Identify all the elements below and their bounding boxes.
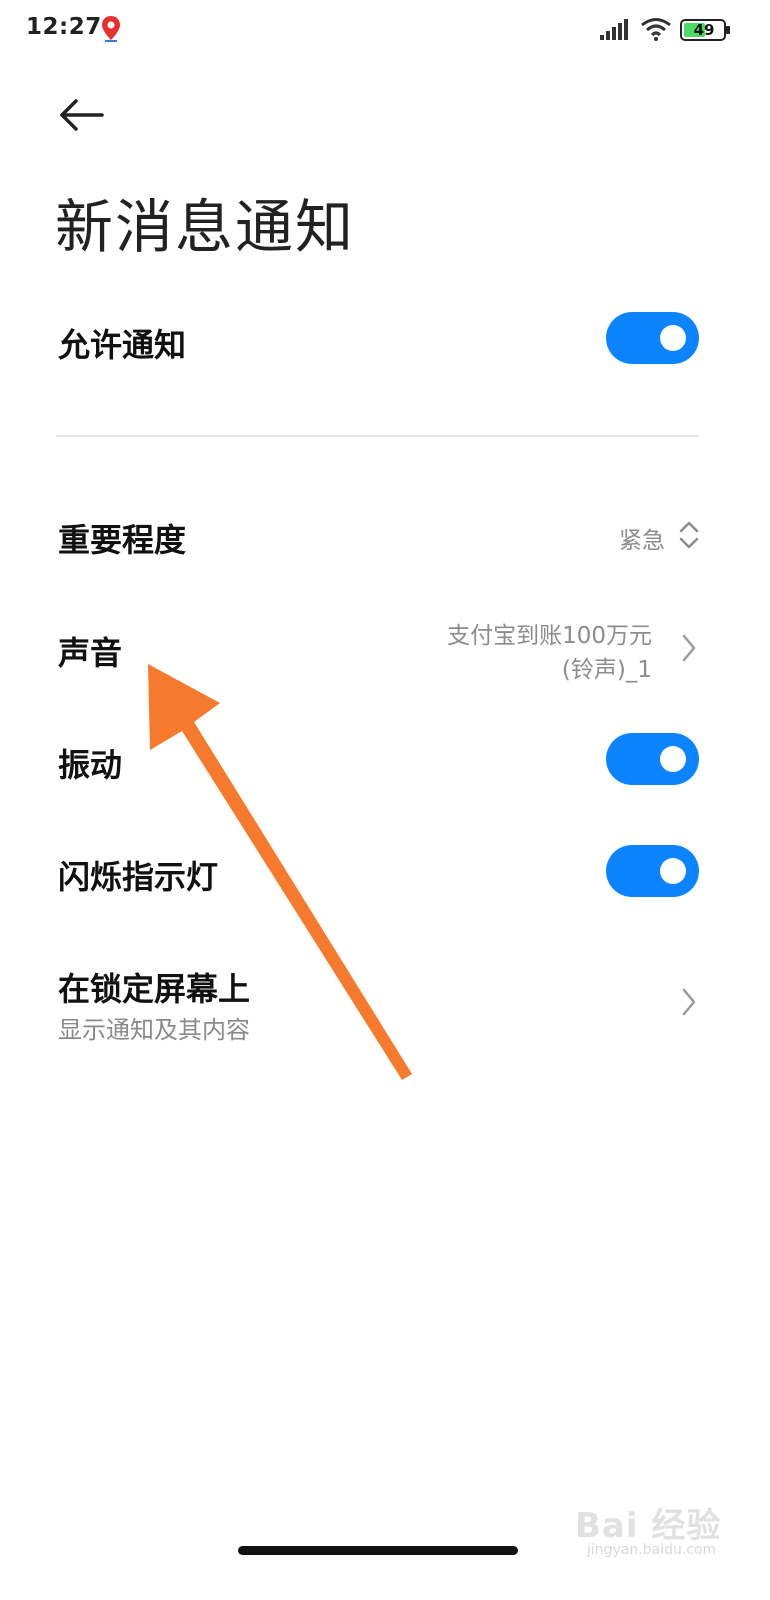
- allow-notifications-row[interactable]: 允许通知: [0, 300, 770, 380]
- importance-row[interactable]: 重要程度 紧急: [0, 500, 770, 572]
- importance-value: 紧急: [619, 528, 665, 554]
- blink-light-label: 闪烁指示灯: [58, 858, 219, 896]
- lock-screen-row[interactable]: 在锁定屏幕上 显示通知及其内容: [0, 950, 770, 1050]
- sound-row[interactable]: 声音 支付宝到账100万元 (铃声)_1: [0, 608, 770, 688]
- wifi-icon: [641, 18, 671, 41]
- vibration-row[interactable]: 振动: [0, 722, 770, 798]
- signal-icon: [600, 19, 628, 40]
- watermark-logo: Bai 经验 jingyan.baidu.com: [575, 1490, 765, 1570]
- allow-notifications-toggle[interactable]: [606, 312, 699, 364]
- back-button[interactable]: [56, 92, 110, 138]
- divider: [56, 435, 699, 437]
- lock-screen-sublabel: 显示通知及其内容: [58, 1016, 250, 1044]
- blink-light-row[interactable]: 闪烁指示灯: [0, 834, 770, 910]
- baidu-map-icon: [102, 16, 120, 42]
- chevron-right-icon: [682, 988, 696, 1016]
- importance-label: 重要程度: [58, 521, 187, 559]
- page-title: 新消息通知: [55, 193, 356, 261]
- lock-screen-label: 在锁定屏幕上: [58, 970, 251, 1008]
- sound-value-line1: 支付宝到账100万元: [447, 623, 652, 649]
- vibration-toggle[interactable]: [606, 733, 699, 785]
- status-bar: 12:27 49: [0, 0, 770, 62]
- battery-icon: 49: [680, 18, 732, 42]
- blink-light-toggle[interactable]: [606, 845, 699, 897]
- watermark-url: jingyan.baidu.com: [587, 1542, 717, 1558]
- allow-notifications-label: 允许通知: [58, 326, 187, 364]
- toggle-knob: [660, 858, 686, 884]
- status-time: 12:27: [26, 14, 102, 40]
- sound-label: 声音: [58, 634, 123, 672]
- battery-level: 49: [693, 21, 715, 39]
- sound-value-line2: (铃声)_1: [561, 657, 652, 683]
- toggle-knob: [660, 325, 686, 351]
- chevron-right-icon: [682, 634, 696, 662]
- chevron-up-down-icon: [679, 521, 699, 549]
- arrow-left-icon: [60, 99, 104, 131]
- home-indicator[interactable]: [238, 1546, 518, 1555]
- toggle-knob: [660, 746, 686, 772]
- vibration-label: 振动: [58, 746, 123, 784]
- watermark-text: Bai 经验: [575, 1506, 722, 1546]
